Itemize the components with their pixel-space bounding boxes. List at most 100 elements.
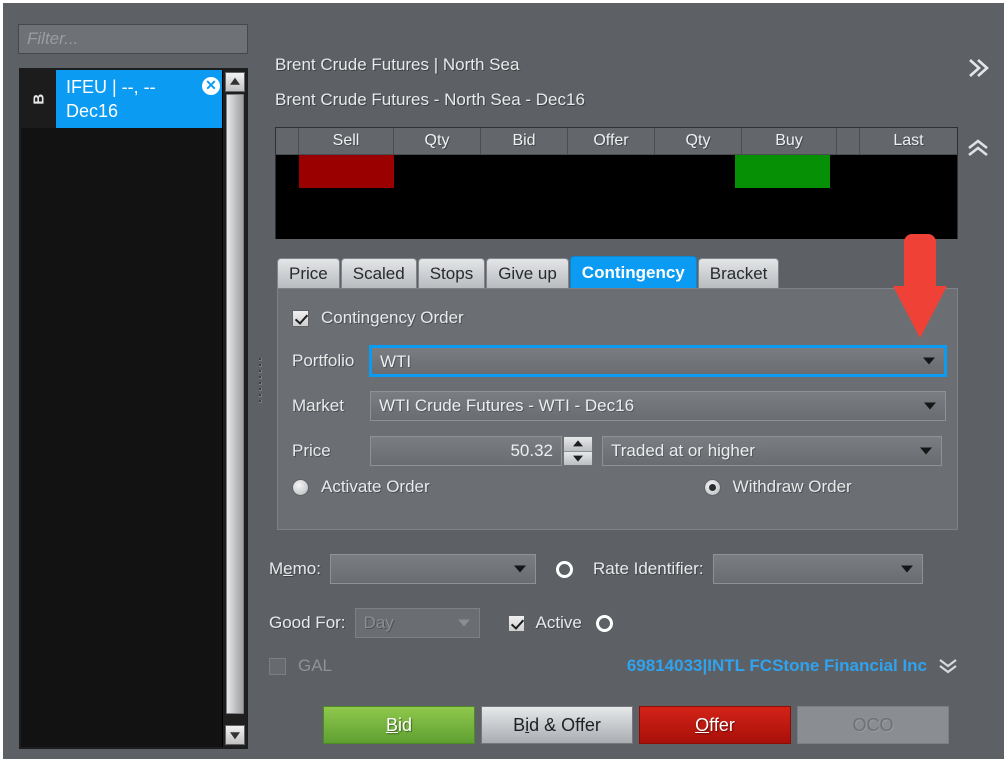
rate-identifier-combo[interactable] [712, 554, 923, 584]
scroll-down-arrow-icon[interactable] [225, 725, 245, 745]
market-combo[interactable]: WTI Crude Futures - WTI - Dec16 [370, 391, 946, 421]
order-item-body[interactable]: IFEU | --, -- Dec16 ✕ [56, 70, 226, 128]
bid-and-offer-button[interactable]: Bid & Offer [481, 706, 633, 744]
oco-button[interactable]: OCO [797, 706, 949, 744]
bid-button-accel: B [385, 715, 398, 735]
order-action-buttons: Bid Bid & Offer Offer OCO [323, 706, 949, 744]
price-input[interactable]: 50.32 [370, 436, 562, 466]
price-condition-combo[interactable]: Traded at or higher [602, 436, 942, 466]
order-item-title: IFEU | --, -- [66, 77, 156, 97]
bid-and-offer-button-suffix: d & Offer [529, 715, 601, 735]
market-depth-grid[interactable]: Sell Qty Bid Offer Qty Buy Last [275, 127, 958, 239]
activate-order-label: Activate Order [321, 477, 430, 496]
order-list-panel: B IFEU | --, -- Dec16 ✕ [6, 6, 258, 759]
active-label: Active [535, 613, 582, 632]
order-list: B IFEU | --, -- Dec16 ✕ [19, 68, 248, 749]
close-icon[interactable]: ✕ [202, 77, 220, 95]
gal-label: GAL [298, 656, 333, 675]
order-item-subtitle: Dec16 [66, 101, 119, 121]
active-status-indicator[interactable] [595, 614, 613, 632]
depth-col-blank-right [837, 128, 860, 155]
memo-status-indicator[interactable] [555, 560, 573, 578]
chevron-down-icon [513, 565, 526, 573]
sell-depth-bar[interactable] [299, 155, 394, 188]
good-for-value: Day [363, 613, 394, 632]
contingency-action-radio-group: Activate Order Withdraw Order [292, 477, 942, 497]
chevron-down-icon [900, 565, 913, 573]
trading-order-ticket-window: B IFEU | --, -- Dec16 ✕ [0, 0, 1007, 762]
order-type-tabs: Price Scaled Stops Give up Contingency B… [277, 256, 780, 288]
depth-col-blank-left [276, 128, 299, 155]
tab-scaled[interactable]: Scaled [340, 258, 417, 288]
depth-col-buy: Buy [742, 128, 837, 155]
depth-col-offer: Offer [568, 128, 655, 155]
scrollbar-thumb[interactable] [226, 94, 244, 714]
buy-depth-bar[interactable] [735, 155, 830, 188]
memo-label: Memo: [269, 559, 321, 578]
tab-bracket[interactable]: Bracket [697, 258, 780, 288]
order-list-items: B IFEU | --, -- Dec16 ✕ [21, 70, 226, 747]
instrument-subtitle: Brent Crude Futures - North Sea - Dec16 [275, 90, 585, 109]
bid-and-offer-button-prefix: B [513, 715, 526, 735]
tab-give-up[interactable]: Give up [486, 258, 569, 288]
splitter-grip-icon[interactable] [259, 357, 263, 408]
good-for-row: Good For: Day Active [269, 608, 613, 638]
price-label: Price [292, 441, 331, 460]
stepper-down-icon[interactable] [564, 451, 592, 465]
withdraw-order-option[interactable]: Withdraw Order [703, 477, 852, 497]
portfolio-value: WTI [380, 352, 412, 371]
depth-col-qty-sell: Qty [394, 128, 481, 155]
offer-button[interactable]: Offer [639, 706, 791, 744]
tab-contingency[interactable]: Contingency [569, 256, 697, 288]
panel-splitter[interactable] [255, 6, 267, 759]
filter-input[interactable] [18, 24, 248, 54]
offer-button-accel: O [695, 715, 710, 735]
contingency-panel: Contingency Order Portfolio WTI Market W… [277, 288, 958, 530]
chevron-down-icon [924, 402, 936, 410]
activate-order-radio[interactable] [292, 478, 309, 496]
offer-button-suffix: ffer [709, 715, 735, 735]
withdraw-order-label: Withdraw Order [732, 477, 852, 496]
gal-checkbox[interactable] [269, 657, 286, 675]
contingency-order-label: Contingency Order [321, 308, 464, 327]
good-for-combo[interactable]: Day [354, 608, 480, 638]
bid-button[interactable]: Bid [323, 706, 475, 744]
depth-col-bid: Bid [481, 128, 568, 155]
portfolio-label: Portfolio [292, 351, 355, 370]
withdraw-order-radio[interactable] [703, 478, 721, 496]
rate-identifier-label: Rate Identifier: [592, 559, 704, 578]
double-chevron-down-icon[interactable] [937, 656, 959, 676]
page-title: Brent Crude Futures | North Sea [275, 55, 520, 74]
contingency-order-checkbox[interactable] [292, 309, 309, 327]
market-depth-header: Sell Qty Bid Offer Qty Buy Last [276, 128, 957, 155]
tab-price[interactable]: Price [277, 258, 340, 288]
portfolio-combo[interactable]: WTI [369, 345, 947, 377]
chevron-down-icon [457, 619, 470, 627]
market-depth-body[interactable] [276, 155, 957, 239]
bid-button-suffix: id [398, 715, 413, 735]
depth-col-qty-buy: Qty [655, 128, 742, 155]
order-side-tag: B [21, 70, 56, 128]
memo-combo[interactable] [329, 554, 536, 584]
tab-stops[interactable]: Stops [417, 258, 486, 288]
scroll-up-arrow-icon[interactable] [225, 72, 245, 92]
price-condition-value: Traded at or higher [611, 441, 755, 460]
oco-button-label: OCO [852, 715, 894, 735]
price-stepper[interactable] [563, 436, 593, 466]
double-chevron-up-icon[interactable] [965, 137, 991, 159]
order-ticket-panel: Brent Crude Futures | North Sea Brent Cr… [267, 6, 1001, 756]
market-label: Market [292, 396, 344, 415]
order-list-scrollbar[interactable] [222, 70, 246, 747]
chevron-down-icon [920, 447, 932, 455]
stepper-up-icon[interactable] [564, 437, 592, 452]
double-chevron-right-icon[interactable] [965, 56, 991, 80]
list-item[interactable]: B IFEU | --, -- Dec16 ✕ [21, 70, 226, 128]
market-value: WTI Crude Futures - WTI - Dec16 [379, 396, 635, 415]
activate-order-option[interactable]: Activate Order [292, 477, 430, 497]
active-checkbox[interactable] [507, 614, 525, 632]
memo-row: Memo: Rate Identifier: [269, 554, 923, 584]
order-side-letter: B [30, 93, 47, 105]
good-for-label: Good For: [269, 613, 346, 632]
contingency-order-checkbox-row[interactable]: Contingency Order [292, 308, 464, 328]
gal-account-row: GAL 69814033|INTL FCStone Financial Inc [269, 656, 959, 676]
